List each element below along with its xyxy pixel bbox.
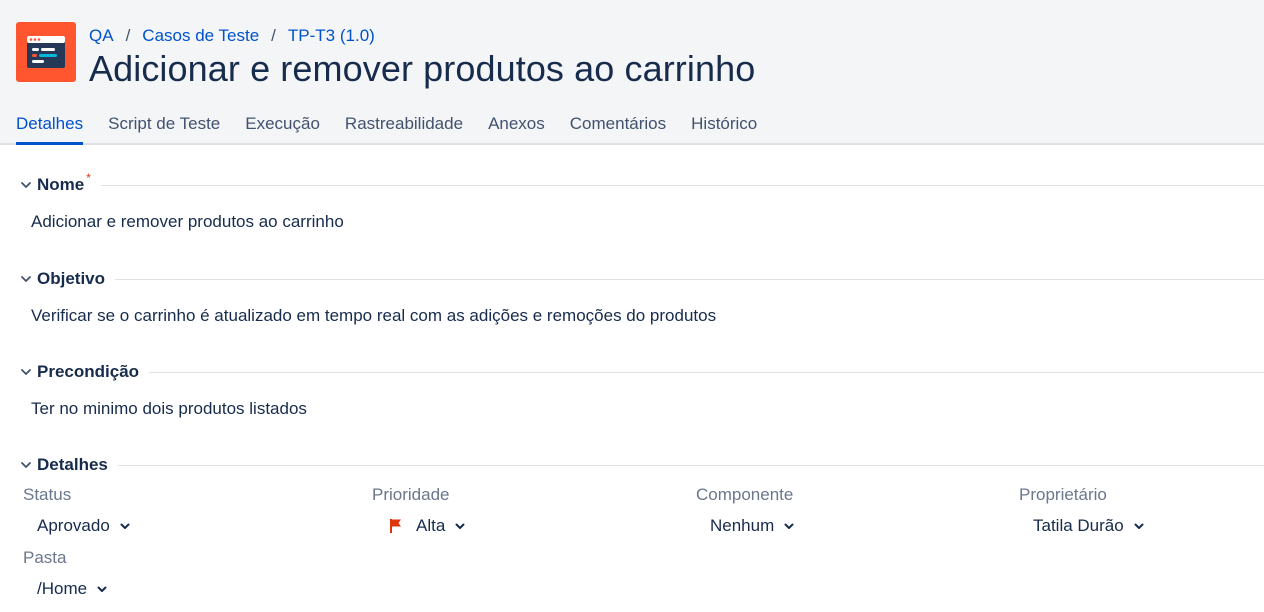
tab-historico[interactable]: Histórico: [691, 110, 757, 145]
test-case-app-icon: [16, 22, 76, 82]
proprietario-dropdown[interactable]: Tatila Durão: [1033, 516, 1145, 536]
status-value: Aprovado: [37, 516, 110, 535]
prioridade-label: Prioridade: [372, 485, 450, 504]
chevron-down-icon[interactable]: [20, 273, 32, 285]
breadcrumb-folder-link[interactable]: Casos de Teste: [142, 26, 259, 46]
chevron-down-icon[interactable]: [20, 366, 32, 378]
chevron-down-icon[interactable]: [20, 179, 32, 191]
section-precondicao-header[interactable]: Precondição: [20, 360, 1264, 384]
prioridade-value: Alta: [416, 516, 446, 535]
section-title: Nome: [37, 175, 85, 194]
proprietario-value: Tatila Durão: [1033, 516, 1124, 535]
status-dropdown[interactable]: Aprovado: [37, 516, 131, 536]
section-divider: [115, 278, 1264, 280]
componente-label: Componente: [696, 485, 794, 504]
section-nome-header[interactable]: Nome *: [20, 171, 1264, 197]
section-title: Objetivo: [37, 269, 106, 288]
prioridade-dropdown[interactable]: Alta: [389, 516, 466, 536]
flag-icon: [390, 519, 401, 533]
pasta-value: /Home: [37, 579, 88, 598]
breadcrumb-item-link[interactable]: TP-T3 (1.0): [288, 26, 375, 46]
tab-detalhes[interactable]: Detalhes: [16, 110, 84, 145]
section-divider: [100, 184, 1264, 186]
tab-rastreabilidade[interactable]: Rastreabilidade: [345, 110, 463, 145]
breadcrumb-project-link[interactable]: QA: [89, 26, 114, 46]
section-title: Precondição: [37, 362, 140, 381]
tab-script-de-teste[interactable]: Script de Teste: [108, 110, 220, 145]
pasta-label: Pasta: [23, 548, 67, 567]
required-asterisk: *: [86, 171, 91, 185]
section-title: Detalhes: [37, 455, 108, 474]
componente-value: Nenhum: [710, 516, 775, 535]
chevron-down-icon[interactable]: [20, 459, 32, 471]
chevron-down-icon: [455, 523, 465, 529]
breadcrumb: QA / Casos de Teste / TP-T3 (1.0): [89, 25, 375, 47]
componente-dropdown[interactable]: Nenhum: [710, 516, 795, 536]
section-objetivo-header[interactable]: Objetivo: [20, 267, 1264, 291]
tab-anexos[interactable]: Anexos: [488, 110, 545, 145]
section-divider: [117, 464, 1264, 466]
breadcrumb-separator: /: [125, 26, 131, 45]
objetivo-value[interactable]: Verificar se o carrinho é atualizado em …: [31, 306, 716, 326]
precondicao-value[interactable]: Ter no minimo dois produtos listados: [31, 399, 307, 419]
chevron-down-icon: [97, 586, 107, 592]
section-divider: [149, 371, 1264, 373]
section-detalhes-header[interactable]: Detalhes: [20, 453, 1264, 477]
proprietario-label: Proprietário: [1019, 485, 1107, 504]
tab-bar: Detalhes Script de Teste Execução Rastre…: [16, 110, 782, 145]
pasta-dropdown[interactable]: /Home: [37, 579, 108, 599]
tab-comentarios[interactable]: Comentários: [570, 110, 666, 145]
breadcrumb-separator: /: [271, 26, 276, 45]
chevron-down-icon: [120, 523, 130, 529]
nome-value[interactable]: Adicionar e remover produtos ao carrinho: [31, 212, 344, 232]
tab-execucao[interactable]: Execução: [245, 110, 320, 145]
chevron-down-icon: [1134, 523, 1144, 529]
page-title: Adicionar e remover produtos ao carrinho: [89, 48, 756, 89]
chevron-down-icon: [784, 523, 794, 529]
status-label: Status: [23, 485, 72, 504]
